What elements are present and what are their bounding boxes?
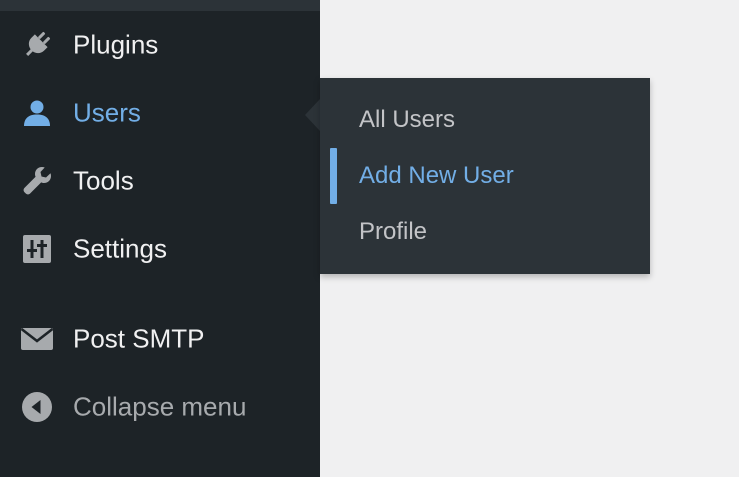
sidebar-item-settings[interactable]: Settings — [0, 215, 320, 283]
sidebar-item-label: Plugins — [73, 29, 159, 60]
submenu-item-all-users[interactable]: All Users — [320, 92, 650, 148]
submenu-item-label: All Users — [359, 106, 456, 133]
sidebar-top-strip — [0, 0, 320, 11]
plugin-icon — [20, 28, 54, 62]
sidebar-item-label: Tools — [73, 165, 134, 196]
wrench-icon — [20, 164, 54, 198]
users-flyout-submenu: All Users Add New User Profile — [320, 78, 650, 274]
admin-sidebar: Plugins Users Tools Settings Post SMTP C… — [0, 0, 320, 477]
sidebar-item-label: Users — [73, 97, 141, 128]
submenu-item-add-new-user[interactable]: Add New User — [320, 148, 650, 204]
submenu-item-profile[interactable]: Profile — [320, 204, 650, 260]
envelope-icon — [20, 322, 54, 356]
settings-sliders-icon — [20, 232, 54, 266]
submenu-item-label: Profile — [359, 218, 428, 245]
sidebar-item-label: Post SMTP — [73, 323, 205, 354]
users-icon — [20, 96, 54, 130]
collapse-arrow-icon — [20, 390, 54, 424]
sidebar-item-plugins[interactable]: Plugins — [0, 11, 320, 79]
sidebar-item-label: Settings — [73, 233, 167, 264]
submenu-pointer — [305, 99, 320, 131]
sidebar-item-label: Collapse menu — [73, 391, 247, 422]
current-item-indicator — [330, 148, 337, 204]
submenu-item-label: Add New User — [359, 162, 514, 189]
sidebar-item-tools[interactable]: Tools — [0, 147, 320, 215]
sidebar-item-post-smtp[interactable]: Post SMTP — [0, 305, 320, 373]
sidebar-item-users[interactable]: Users — [0, 79, 320, 147]
collapse-menu-button[interactable]: Collapse menu — [0, 373, 320, 441]
